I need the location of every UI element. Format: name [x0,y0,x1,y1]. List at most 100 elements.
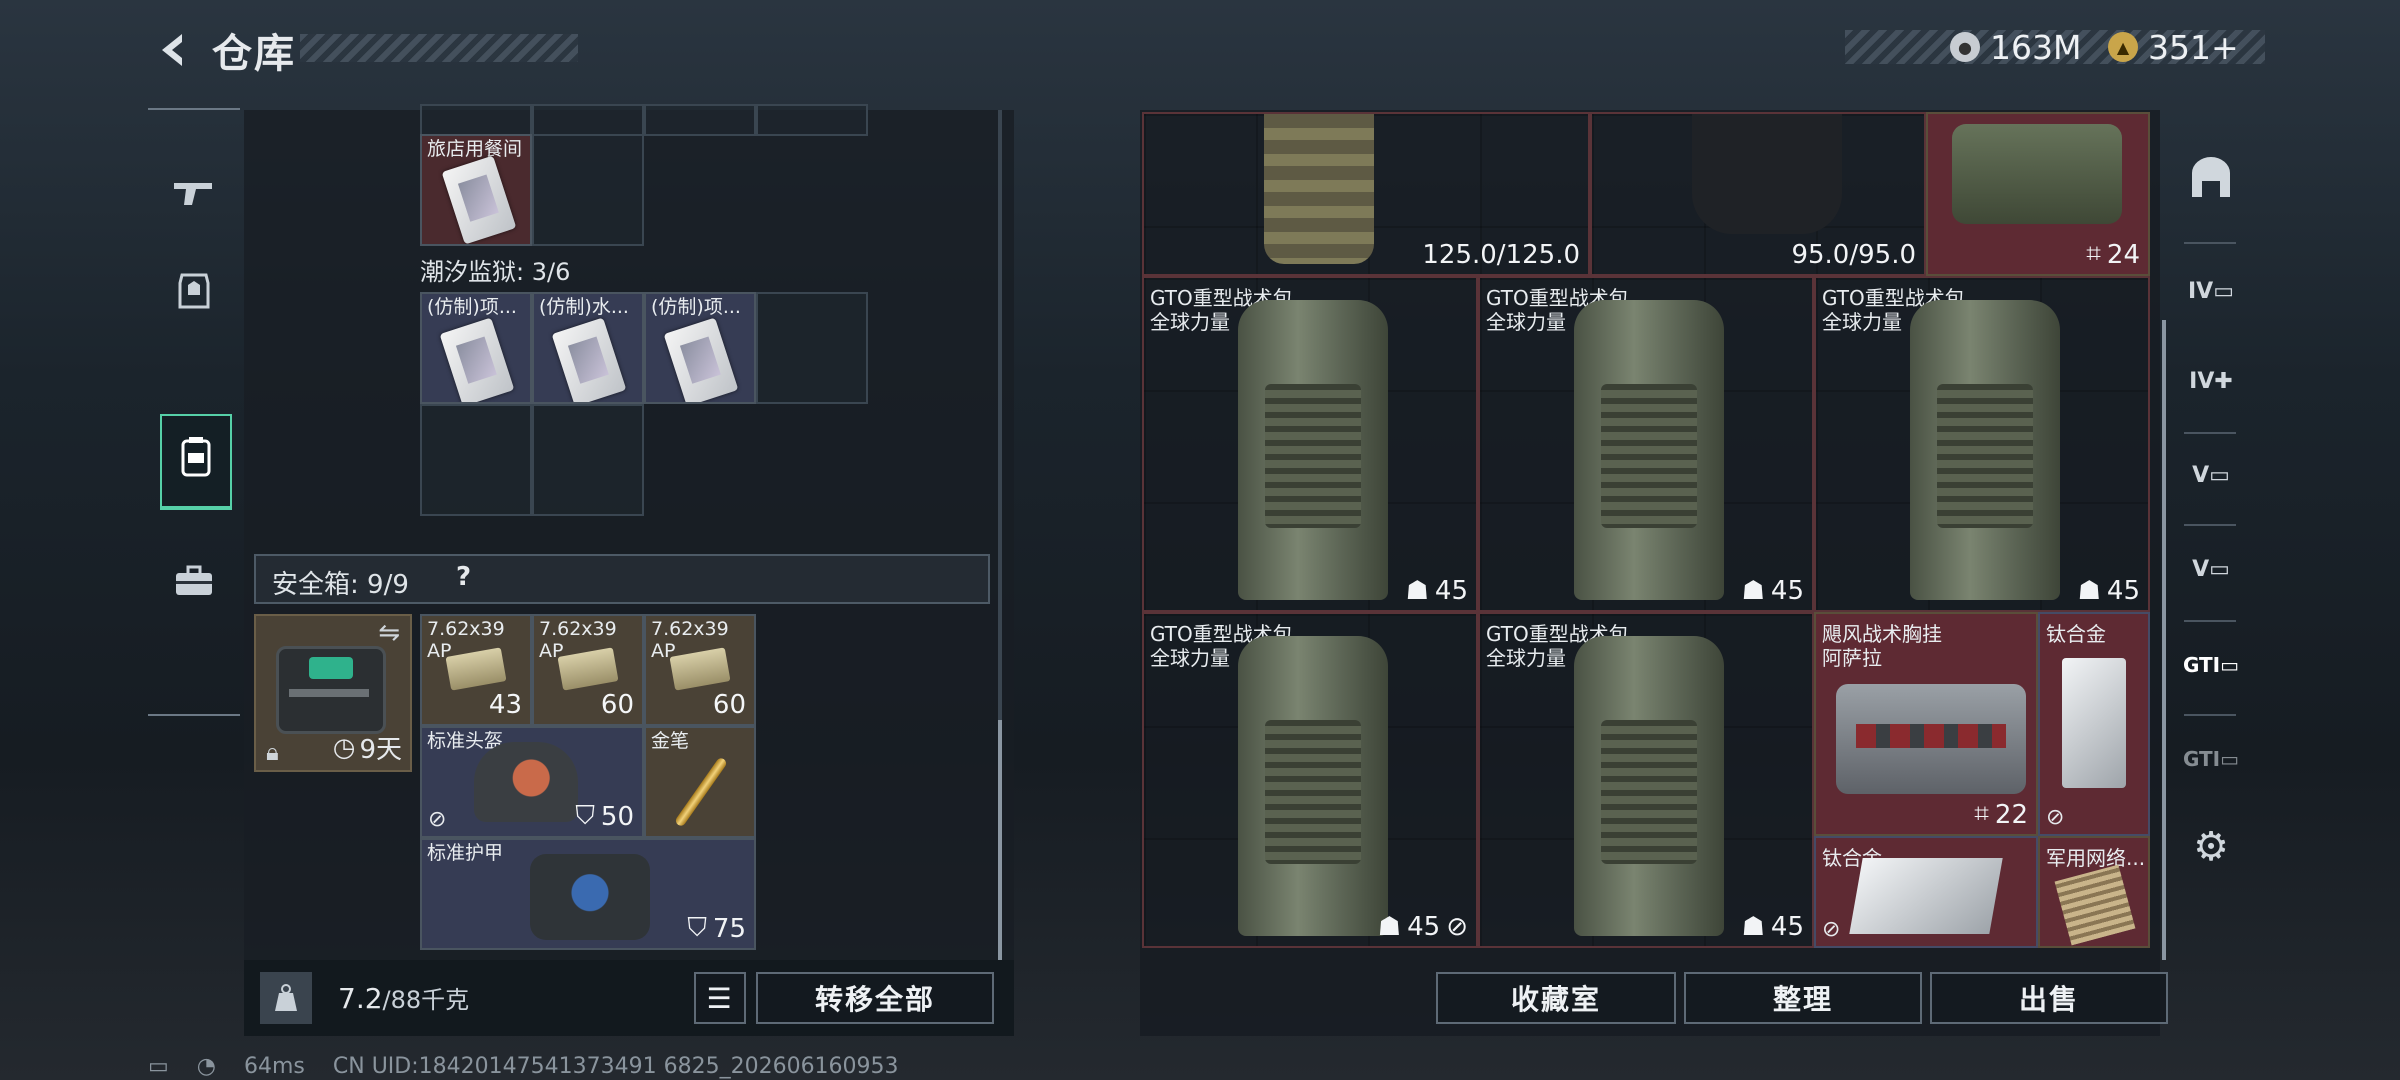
no-insure-icon: ⊘ [1446,912,1468,942]
capacity-icon: ⌗ [1974,799,1989,829]
titanium-item[interactable]: 钛合金 ⊘ [1814,836,2038,948]
armor-vest-icon [530,854,650,940]
stash-item[interactable]: 125.0/125.0 [1142,112,1590,276]
back-chevron-icon[interactable] [150,30,198,70]
durability: ⛉ 75 [687,913,746,944]
ammo-box-icon [557,647,619,691]
gold-coin-icon: ▲ [2108,32,2138,62]
grid-cell [532,404,644,516]
gold-pen-item[interactable]: 金笔 [644,726,756,838]
stash-item[interactable]: ⌗ 24 [1926,112,2150,276]
backpack-item[interactable]: GTO重型战术包 全球力量 ☗ 45 [1814,276,2150,612]
backpack-item[interactable]: GTO重型战术包 全球力量 ☗ 45 [1142,276,1478,612]
backpack-item[interactable]: GTO重型战术包 全球力量 ☗ 45 [1478,612,1814,948]
backpack-item[interactable]: GTO重型战术包 全球力量 ☗ 45 [1478,276,1814,612]
swap-icon[interactable]: ⇋ [378,618,400,648]
durability: ☗ 45 [1405,576,1468,606]
capacity: ⌗ 22 [1974,799,2028,830]
network-device-item[interactable]: 军用网络... [2038,836,2150,948]
durability: 125.0/125.0 [1422,240,1580,270]
metal-sheet-icon [2062,658,2126,788]
item-sub-label: 全球力量 [1150,646,1230,670]
backpack-icon [1574,636,1724,936]
gti-tab[interactable]: GTI▭ [2180,634,2242,696]
gti-tab-2[interactable]: GTI▭ [2180,728,2242,790]
folder-4-icon: IV▭ [2188,278,2234,304]
safe-box-label: 安全箱: 9/9 [272,570,409,600]
helmet-stat-icon: ☗ [2077,576,2101,606]
card-item[interactable]: (仿制)水... [532,292,644,404]
helmet-item[interactable]: 标准头盔 ⊘ ⛉ 50 [420,726,644,838]
gear-icon: ⚙ [2193,824,2229,870]
weight-max: /88千克 [382,986,470,1014]
weight-value: 7.2 [338,982,383,1015]
network-device-icon [2054,864,2136,946]
gold-currency[interactable]: ▲ 351+ [2108,24,2239,70]
folder-5-icon: V▭ [2192,462,2230,488]
transfer-all-button[interactable]: 转移全部 [756,972,994,1024]
metal-sheet-icon [1849,858,2003,934]
durability: ☗ 45 ⊘ [1377,912,1468,942]
pen-icon [673,756,729,828]
settings-button[interactable]: ⚙ [2180,816,2242,878]
grid-cell [756,292,868,404]
item-label: (仿制)项... [427,296,517,318]
ammo-name: 7.62x39 [539,618,617,640]
helmet-stat-icon: ☗ [1405,576,1429,606]
case-tab[interactable] [160,538,228,630]
no-insure-icon: ⊘ [1822,917,1841,942]
ammo-item[interactable]: 7.62x39 AP 43 [420,614,532,726]
shield-icon: ⛉ [575,801,595,831]
stash-tab-5[interactable]: V▭ [2180,444,2242,506]
ammo-item[interactable]: 7.62x39 AP 60 [532,614,644,726]
weapon-tab[interactable] [160,148,228,240]
access-card-icon [441,155,517,244]
item-sub-label: 全球力量 [1486,310,1566,334]
access-card-icon [663,317,739,402]
scrollbar-thumb[interactable] [2162,320,2166,960]
scrollbar-thumb[interactable] [998,720,1002,960]
backpack-icon [1238,300,1388,600]
sort-button[interactable]: 整理 [1684,972,1922,1024]
arch-icon [2188,155,2234,207]
ammo-count: 60 [712,690,746,720]
item-sub-label: 全球力量 [1822,310,1902,334]
duffel-bag-icon [1952,124,2122,224]
card-item[interactable]: (仿制)项... [420,292,532,404]
help-icon[interactable]: ? [456,562,471,592]
item-label: 标准护甲 [427,842,504,864]
item-label: (仿制)水... [539,296,629,318]
stash-tab-5b[interactable]: V▭ [2180,538,2242,600]
title-stripe [300,34,578,62]
backpack-tab[interactable] [160,414,232,510]
armor-plate-icon [1264,114,1374,264]
silver-coin-icon: ● [1950,32,1980,62]
safe-box-header: 安全箱: 9/9 ? [254,554,990,604]
durability: ⛉ 50 [575,801,634,832]
helmet-stat-icon: ☗ [1377,912,1402,942]
left-nav [148,108,240,716]
stash-item[interactable]: 95.0/95.0 [1590,112,1926,276]
safe-case-item[interactable]: ⇋ 🔒︎ ◷ 9天 [254,614,412,772]
armor-tab[interactable] [160,250,228,342]
hotel-card-item[interactable]: 旅店用餐间 [420,134,532,246]
shield-icon: ⛉ [687,913,707,943]
card-item[interactable]: (仿制)项... [644,292,756,404]
access-card-icon [439,317,515,402]
ammo-item[interactable]: 7.62x39 AP 60 [644,614,756,726]
container-tab[interactable] [2180,150,2242,212]
folder-5b-icon: V▭ [2192,556,2230,582]
collection-room-button[interactable]: 收藏室 [1436,972,1676,1024]
stash-tab-4[interactable]: IV▭ [2180,260,2242,322]
silver-currency[interactable]: ● 163M [1950,24,2081,70]
gti-folder-icon: GTI▭ [2182,653,2240,677]
item-label: (仿制)项... [651,296,741,318]
titanium-item[interactable]: 钛合金 ⊘ [2038,612,2150,836]
list-view-button[interactable]: ☰ [694,972,746,1024]
chest-rig-item[interactable]: 飓风战术胸挂 阿萨拉 ⌗ 22 [1814,612,2038,836]
durability: ☗ 45 [2077,576,2140,606]
backpack-item[interactable]: GTO重型战术包 全球力量 ☗ 45 ⊘ [1142,612,1478,948]
armor-item[interactable]: 标准护甲 ⛉ 75 [420,838,756,950]
add-stash-tab[interactable]: IV✚ [2180,350,2242,412]
sell-button[interactable]: 出售 [1930,972,2168,1024]
